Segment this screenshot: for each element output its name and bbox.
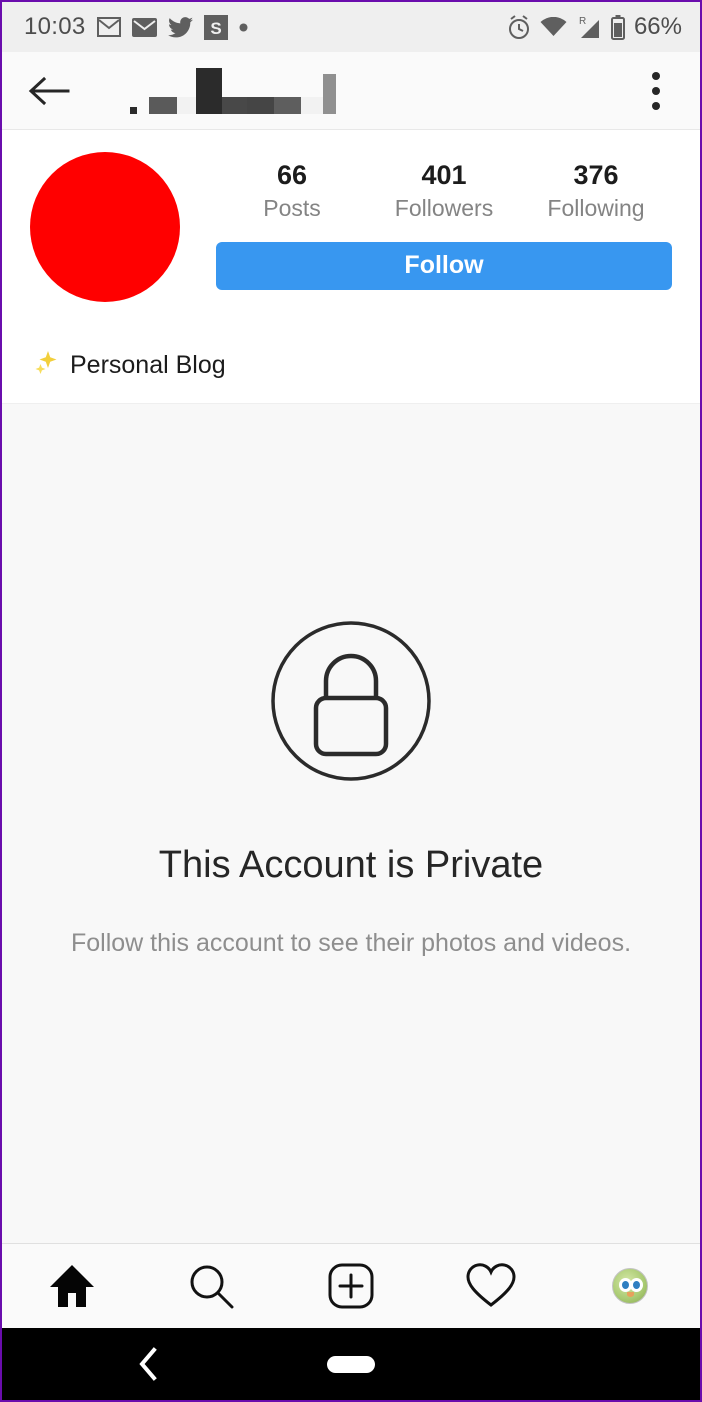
- profile-info: 66 Posts 401 Followers 376 Following Fol…: [216, 152, 672, 290]
- alarm-icon: [507, 14, 531, 40]
- s-app-icon: S: [203, 14, 228, 40]
- private-subtitle: Follow this account to see their photos …: [70, 929, 632, 957]
- redaction-block: [149, 96, 177, 114]
- stat-followers-value: 401: [421, 160, 467, 190]
- redaction-block: [274, 96, 301, 114]
- profile-header: 66 Posts 401 Followers 376 Following Fol…: [2, 130, 700, 403]
- avatar-pupil-icon: [622, 1281, 630, 1289]
- redaction-block: [247, 96, 274, 114]
- signal-roaming-icon: R: [576, 15, 602, 40]
- avatar-eye-icon: [630, 1278, 644, 1292]
- redaction-block: [323, 73, 336, 114]
- overflow-dot-icon: [652, 101, 660, 110]
- twitter-icon: [167, 16, 193, 38]
- status-bar: 10:03 S R 66%: [2, 2, 700, 52]
- android-navigation-bar: [2, 1328, 700, 1400]
- profile-bio: Personal Blog: [34, 350, 672, 403]
- app-bar: [2, 52, 700, 130]
- battery-icon: [610, 14, 625, 40]
- stat-following-value: 376: [573, 160, 619, 190]
- redaction-block: [222, 96, 247, 114]
- battery-percent-label: 66%: [633, 13, 682, 40]
- stat-followers[interactable]: 401 Followers: [368, 160, 520, 226]
- android-home-pill[interactable]: [327, 1355, 375, 1373]
- stat-followers-label: Followers: [394, 195, 494, 222]
- android-back-button[interactable]: [137, 1347, 159, 1381]
- tab-search[interactable]: [142, 1244, 282, 1328]
- profile-bio-text: Personal Blog: [70, 351, 226, 379]
- overflow-dot-icon: [652, 86, 660, 95]
- email-icon: [131, 17, 157, 37]
- stat-posts-label: Posts: [263, 195, 321, 222]
- overflow-dot-icon: [652, 71, 660, 80]
- private-account-notice: This Account is Private Follow this acco…: [2, 403, 700, 1243]
- avatar-beak-icon: [627, 1292, 635, 1297]
- tab-profile[interactable]: [560, 1244, 700, 1328]
- tab-activity[interactable]: [421, 1244, 561, 1328]
- avatar-pupil-icon: [633, 1281, 641, 1289]
- stat-following[interactable]: 376 Following: [520, 160, 672, 226]
- wifi-icon: [540, 16, 567, 38]
- username-redacted: [130, 67, 336, 114]
- status-clock: 10:03: [24, 13, 86, 40]
- gmail-icon: [96, 17, 121, 37]
- bottom-tab-bar: [2, 1243, 700, 1328]
- svg-text:R: R: [579, 16, 586, 27]
- redaction-block: [177, 96, 196, 114]
- profile-tab-avatar: [612, 1268, 649, 1304]
- stat-posts-value: 66: [276, 160, 308, 190]
- status-bar-left: 10:03 S: [24, 13, 248, 41]
- status-bar-right: R 66%: [507, 13, 682, 41]
- lock-icon: [269, 619, 433, 788]
- redaction-block: [137, 106, 149, 114]
- tab-add-post[interactable]: [281, 1244, 421, 1328]
- sparkles-icon: [34, 350, 60, 381]
- follow-button[interactable]: Follow: [216, 241, 672, 290]
- tab-home[interactable]: [2, 1244, 142, 1328]
- stat-following-label: Following: [547, 195, 645, 222]
- redaction-block: [130, 106, 137, 114]
- redaction-block: [301, 96, 323, 114]
- back-button[interactable]: [26, 68, 72, 114]
- profile-top-row: 66 Posts 401 Followers 376 Following Fol…: [30, 152, 672, 302]
- stat-posts[interactable]: 66 Posts: [216, 160, 368, 226]
- private-title: This Account is Private: [158, 844, 544, 886]
- svg-text:S: S: [210, 19, 221, 38]
- profile-stats: 66 Posts 401 Followers 376 Following: [216, 160, 672, 226]
- profile-avatar[interactable]: [30, 152, 180, 302]
- phone-screen: 10:03 S R 66% 66 Posts 401 Followers 376…: [0, 0, 702, 1402]
- redaction-block: [196, 67, 222, 114]
- dot-icon: [239, 23, 248, 32]
- overflow-menu-button[interactable]: [634, 67, 678, 115]
